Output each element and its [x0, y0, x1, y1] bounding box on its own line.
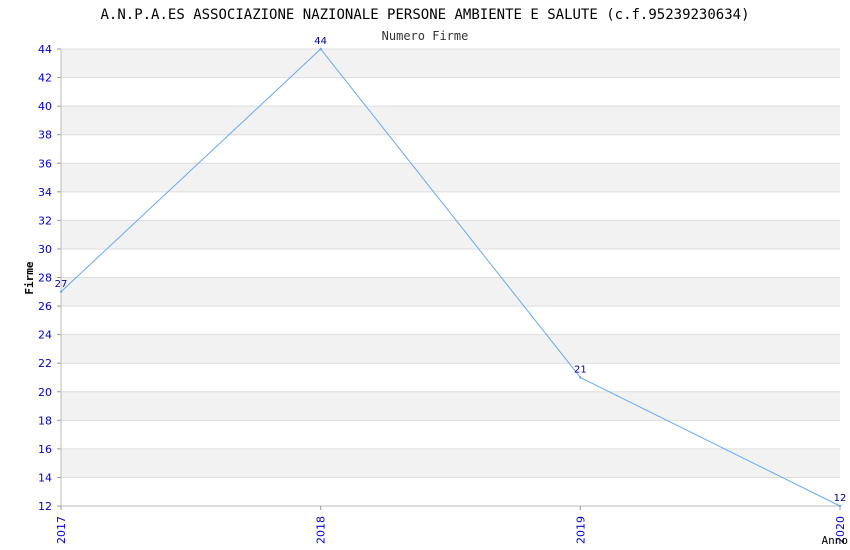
band-16-18	[61, 420, 840, 449]
data-label-2019: 21	[574, 364, 587, 375]
y-tick-label-44: 44	[38, 43, 52, 56]
y-tick-label-28: 28	[38, 272, 52, 285]
y-tick-label-26: 26	[38, 300, 52, 313]
y-tick-label-22: 22	[38, 357, 52, 370]
band-36-38	[61, 134, 840, 164]
x-axis-label: Anno	[822, 534, 849, 547]
y-tick-label-40: 40	[38, 100, 52, 113]
data-label-2018: 44	[314, 36, 327, 47]
x-tick-labels: 2017 2018 2019 2020	[55, 516, 847, 544]
y-tick-labels: 12 14 16 18 20 22 24 26 28 30 32 34 36 38 40 42 44	[38, 43, 52, 513]
band-40-42	[61, 77, 840, 107]
x-tick-label-2017: 2017	[55, 516, 68, 544]
band-20-22	[61, 363, 840, 392]
data-point-2017	[59, 290, 63, 293]
y-tick-label-18: 18	[38, 414, 52, 427]
data-label-2020: 12	[834, 493, 847, 504]
band-18-20	[61, 391, 840, 421]
y-tick-label-30: 30	[38, 243, 52, 256]
x-tick-label-2018: 2018	[315, 516, 328, 544]
chart-title: A.N.P.A.ES ASSOCIAZIONE NAZIONALE PERSON…	[100, 7, 749, 23]
y-tick-label-36: 36	[38, 157, 52, 170]
data-point-2019	[579, 376, 582, 379]
data-label-2017: 27	[55, 279, 68, 290]
band-32-34	[61, 191, 840, 221]
y-axis-label: Firme	[23, 261, 36, 294]
band-24-26	[61, 306, 840, 335]
y-tick-label-20: 20	[38, 386, 52, 399]
band-12-14	[61, 477, 840, 506]
data-point-2018	[319, 47, 322, 51]
y-tick-label-38: 38	[38, 129, 52, 142]
y-tick-label-34: 34	[38, 186, 52, 199]
band-28-30	[61, 248, 840, 278]
band-38-40	[61, 106, 840, 135]
y-tick-label-42: 42	[38, 72, 52, 85]
band-22-24	[61, 334, 840, 364]
x-tick-label-2019: 2019	[574, 516, 587, 544]
band-34-36	[61, 163, 840, 192]
y-tick-label-32: 32	[38, 214, 52, 227]
line-chart: 12 14 16 18 20 22 24 26 28 30 32 34 36 38 40 42 44 2017 2…	[23, 7, 849, 547]
chart-subtitle: Numero Firme	[382, 29, 469, 43]
y-tick-label-16: 16	[38, 443, 52, 456]
y-tick-label-12: 12	[38, 500, 52, 513]
band-42-44	[61, 49, 840, 78]
y-tick-label-24: 24	[38, 329, 52, 342]
band-14-16	[61, 448, 840, 478]
y-tick-label-14: 14	[38, 471, 52, 484]
band-30-32	[61, 220, 840, 249]
band-26-28	[61, 277, 840, 307]
data-point-2020	[838, 504, 842, 508]
